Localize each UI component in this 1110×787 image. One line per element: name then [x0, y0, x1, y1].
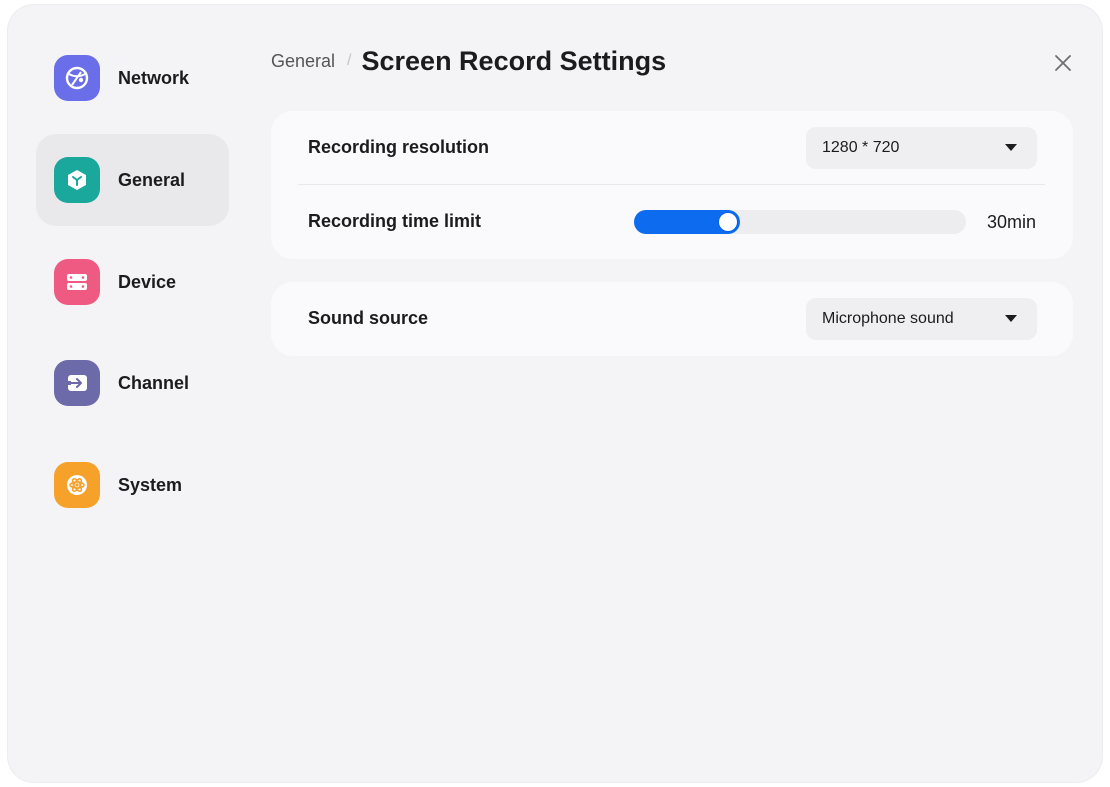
- channel-input-icon: [54, 360, 100, 406]
- sidebar-item-device[interactable]: Device: [36, 236, 229, 328]
- sound-source-select[interactable]: Microphone sound: [806, 298, 1037, 340]
- sidebar-item-channel[interactable]: Channel: [36, 337, 229, 429]
- resolution-label: Recording resolution: [308, 137, 490, 157]
- breadcrumb: General / Screen Record Settings: [271, 43, 666, 79]
- sidebar-item-label: Network: [118, 68, 190, 88]
- sound-source-label: Sound source: [308, 308, 429, 328]
- system-atom-icon: [54, 462, 100, 508]
- sidebar-item-general[interactable]: General: [36, 134, 229, 226]
- network-globe-icon: [54, 55, 100, 101]
- recording-settings-card: Recording resolution 1280 * 720 Recordin…: [271, 111, 1073, 259]
- sidebar-item-label: System: [118, 475, 183, 495]
- breadcrumb-parent-link[interactable]: General: [271, 51, 335, 72]
- close-icon: [1055, 55, 1071, 71]
- sidebar-item-network[interactable]: Network: [36, 32, 229, 124]
- time-limit-value: 30min: [986, 212, 1036, 232]
- sidebar-item-label: Channel: [118, 373, 190, 393]
- settings-window: Network General Device Channel System Ge…: [8, 5, 1102, 782]
- sound-settings-card: Sound source Microphone sound: [271, 282, 1073, 356]
- time-limit-slider-thumb[interactable]: [719, 213, 737, 231]
- sidebar-item-label: Device: [118, 272, 177, 292]
- divider: [298, 184, 1045, 185]
- device-server-icon: [54, 259, 100, 305]
- caret-down-icon: [1005, 315, 1017, 322]
- sidebar-item-system[interactable]: System: [36, 439, 229, 531]
- breadcrumb-separator: /: [347, 52, 352, 69]
- sound-source-value: Microphone sound: [822, 310, 954, 327]
- general-cube-icon: [54, 157, 100, 203]
- resolution-value: 1280 * 720: [822, 139, 900, 156]
- caret-down-icon: [1005, 144, 1017, 151]
- close-button[interactable]: [1048, 48, 1078, 78]
- time-limit-label: Recording time limit: [308, 211, 482, 231]
- resolution-select[interactable]: 1280 * 720: [806, 127, 1037, 169]
- sidebar: Network General Device Channel System: [8, 5, 248, 782]
- sidebar-item-label: General: [118, 170, 186, 190]
- page-title: Screen Record Settings: [361, 45, 667, 76]
- time-limit-slider[interactable]: [634, 210, 966, 234]
